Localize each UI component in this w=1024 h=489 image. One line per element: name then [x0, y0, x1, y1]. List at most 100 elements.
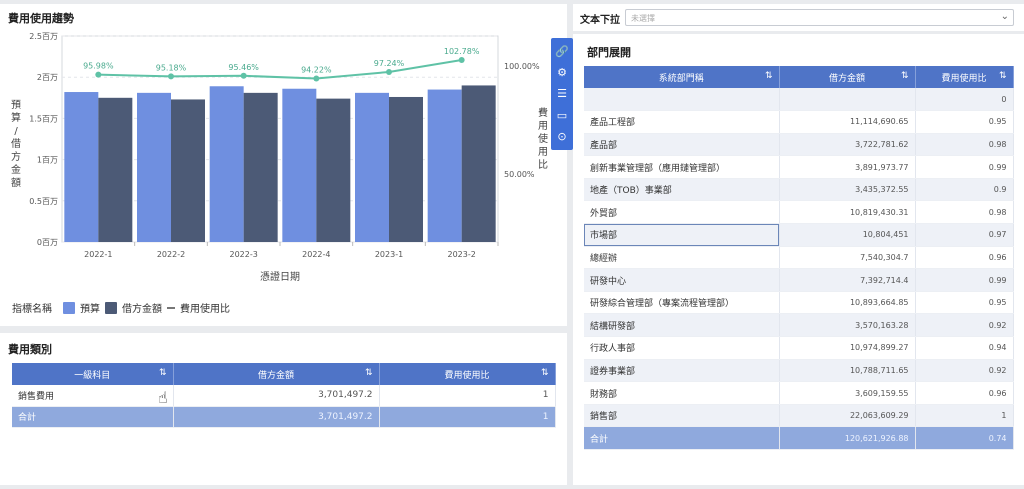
sort-icon[interactable]: ⇅ [999, 71, 1007, 81]
dept-amount-cell[interactable]: 11,114,690.65 [779, 110, 916, 134]
bar-debit[interactable] [98, 97, 133, 242]
col-header-dept-ratio[interactable]: 費用使用比 ⇅ [915, 66, 1014, 88]
dept-amount-cell[interactable]: 7,540,304.7 [779, 246, 916, 270]
dept-amount-cell[interactable]: 3,609,159.55 [779, 381, 916, 405]
sort-icon[interactable]: ⇅ [541, 368, 549, 378]
table-row[interactable]: 銷售部 22,063,609.29 1 [584, 404, 1014, 428]
dept-ratio-cell[interactable]: 0.97 [915, 223, 1014, 247]
trend-chart[interactable]: 0百万 0.5百万 1百万 1.5百万 2百万 2.5百万 2022-1 2022-2 2022… [0, 24, 560, 314]
amount-cell[interactable]: 3,701,497.2 [173, 385, 380, 407]
link-icon[interactable]: 🔗 [555, 46, 569, 57]
table-row[interactable]: 產品部 3,722,781.62 0.98 [584, 133, 1014, 157]
table-row[interactable]: 研發中心 7,392,714.4 0.99 [584, 268, 1014, 292]
ratio-point[interactable] [458, 56, 465, 63]
dept-name-cell[interactable]: 研發中心 [584, 268, 780, 292]
dept-amount-cell[interactable]: 10,788,711.65 [779, 359, 916, 383]
ratio-cell[interactable]: 1 [379, 385, 556, 407]
dept-ratio-cell[interactable]: 0.9 [915, 178, 1014, 202]
dept-amount-cell[interactable]: 10,819,430.31 [779, 200, 916, 225]
dept-amount-cell[interactable]: 10,804,451 [779, 223, 916, 247]
dept-name-cell[interactable] [584, 88, 780, 112]
dept-name-cell[interactable]: 創新事業管理部（應用鏈管理部） [584, 155, 780, 179]
dropdown-select[interactable]: 未選擇 ⌄ [625, 9, 1014, 26]
legend-item-debit[interactable]: 借方金額 [122, 300, 162, 315]
dept-amount-cell[interactable]: 22,063,609.29 [779, 404, 916, 428]
dept-ratio-cell[interactable]: 0 [915, 88, 1014, 112]
sort-icon[interactable]: ⇅ [901, 71, 909, 81]
table-row[interactable]: 行政人事部 10,974,899.27 0.94 [584, 336, 1014, 360]
col-header-amount[interactable]: 借方金額 ⇅ [173, 363, 380, 385]
dept-name-cell[interactable]: 銷售部 [584, 404, 780, 428]
dept-name-cell[interactable]: 研發綜合管理部（專案流程管理部） [584, 291, 780, 315]
sort-icon[interactable]: ⇅ [159, 368, 167, 378]
bar-budget[interactable] [137, 92, 171, 242]
table-row[interactable]: 創新事業管理部（應用鏈管理部） 3,891,973.77 0.99 [584, 155, 1014, 179]
bar-debit[interactable] [171, 99, 205, 242]
dept-name-cell[interactable]: 地產（TOB）事業部 [584, 178, 780, 202]
table-row[interactable]: 證券事業部 10,788,711.65 0.92 [584, 359, 1014, 383]
chevron-down-icon[interactable]: ⌄ [1001, 11, 1009, 22]
dept-ratio-cell[interactable]: 0.99 [915, 268, 1014, 292]
bar-debit[interactable] [316, 98, 351, 243]
comment-icon[interactable]: ▭ [557, 110, 567, 121]
dept-ratio-cell[interactable]: 0.92 [915, 359, 1014, 383]
dept-name-cell[interactable]: 產品部 [584, 133, 780, 157]
ratio-line[interactable] [98, 59, 462, 80]
table-row[interactable]: 總經辦 7,540,304.7 0.96 [584, 246, 1014, 270]
bar-debit[interactable] [389, 96, 423, 242]
bar-budget[interactable] [282, 88, 317, 243]
sort-icon[interactable]: ⇅ [765, 71, 773, 81]
dept-ratio-cell[interactable]: 1 [915, 404, 1014, 428]
bar-budget[interactable] [355, 92, 389, 242]
dept-name-cell[interactable]: 市場部 [584, 223, 780, 247]
col-header-ratio[interactable]: 費用使用比 ⇅ [379, 363, 556, 385]
table-row[interactable]: 市場部 10,804,451 0.97 [584, 223, 1014, 247]
dept-amount-cell[interactable]: 10,974,899.27 [779, 336, 916, 360]
dept-ratio-cell[interactable]: 0.98 [915, 200, 1014, 225]
dept-amount-cell[interactable]: 3,722,781.62 [779, 133, 916, 157]
table-row[interactable]: 產品工程部 11,114,690.65 0.95 [584, 110, 1014, 134]
table-row[interactable]: 銷售費用 3,701,497.2 1 [12, 385, 556, 407]
dept-amount-cell[interactable]: 3,435,372.55 [779, 178, 916, 202]
ratio-point[interactable] [240, 72, 247, 79]
dept-name-cell[interactable]: 結構研發部 [584, 313, 780, 338]
dept-amount-cell[interactable]: 3,570,163.28 [779, 313, 916, 338]
dept-ratio-cell[interactable]: 0.98 [915, 133, 1014, 157]
col-header-dept-name[interactable]: 系統部門稱 ⇅ [584, 66, 780, 88]
ratio-point[interactable] [386, 68, 392, 75]
dept-name-cell[interactable]: 財務部 [584, 381, 780, 405]
bar-budget[interactable] [209, 86, 244, 242]
col-header-dept-amount[interactable]: 借方金額 ⇅ [779, 66, 916, 88]
legend-swatch-ratio[interactable] [167, 306, 175, 309]
dept-amount-cell[interactable]: 10,893,664.85 [779, 291, 916, 315]
bar-budget[interactable] [64, 92, 99, 242]
dept-amount-cell[interactable]: 7,392,714.4 [779, 268, 916, 292]
dept-ratio-cell[interactable]: 0.99 [915, 155, 1014, 179]
ratio-point[interactable] [95, 71, 102, 78]
dept-amount-cell[interactable]: 3,891,973.77 [779, 155, 916, 179]
ratio-point[interactable] [168, 73, 174, 80]
dept-name-cell[interactable]: 總經辦 [584, 246, 780, 270]
dept-amount-cell[interactable] [779, 88, 916, 112]
bar-debit[interactable] [243, 92, 278, 242]
dept-name-cell[interactable]: 產品工程部 [584, 110, 780, 134]
bar-budget[interactable] [427, 89, 462, 242]
table-row[interactable]: 財務部 3,609,159.55 0.96 [584, 381, 1014, 405]
dept-name-cell[interactable]: 證券事業部 [584, 359, 780, 383]
category-cell[interactable]: 銷售費用 [12, 385, 174, 407]
ratio-point[interactable] [313, 75, 320, 82]
dept-name-cell[interactable]: 外貿部 [584, 200, 780, 225]
table-row[interactable]: 0 [584, 88, 1014, 112]
collapse-icon[interactable]: ⊙ [557, 131, 566, 142]
sort-icon[interactable]: ⇅ [365, 368, 373, 378]
dept-ratio-cell[interactable]: 0.95 [915, 110, 1014, 134]
dept-ratio-cell[interactable]: 0.96 [915, 381, 1014, 405]
col-header-category[interactable]: 一級科目 ⇅ [12, 363, 174, 385]
dept-ratio-cell[interactable]: 0.95 [915, 291, 1014, 315]
table-row[interactable]: 外貿部 10,819,430.31 0.98 [584, 200, 1014, 225]
dept-name-cell[interactable]: 行政人事部 [584, 336, 780, 360]
columns-icon[interactable]: ☰ [557, 88, 567, 99]
legend-swatch-budget[interactable] [63, 301, 75, 314]
table-row[interactable]: 研發綜合管理部（專案流程管理部） 10,893,664.85 0.95 [584, 291, 1014, 315]
settings-gear-icon[interactable]: ⚙ [557, 67, 567, 78]
